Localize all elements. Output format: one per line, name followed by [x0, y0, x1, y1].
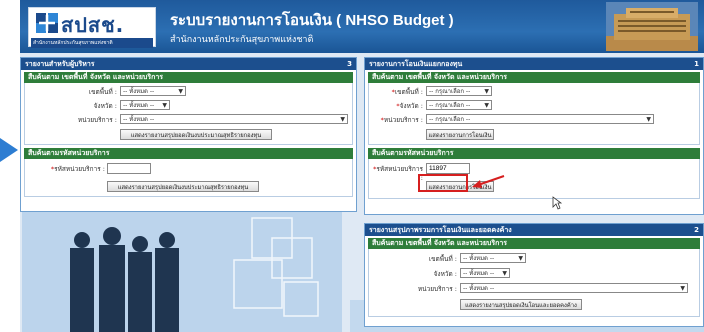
summary-region-value: -- ทั้งหมด --: [463, 255, 495, 262]
fund-province-select[interactable]: -- กรุณาเลือก -- ▼: [426, 100, 492, 110]
fund-unit-value: -- กรุณาเลือก --: [429, 116, 471, 123]
logo-text: สปสช.: [61, 13, 125, 37]
summary-report-button[interactable]: แสดงรายงานสรุปยอดเงินโอนและยอดคงค้าง: [460, 299, 582, 310]
fund-province-value: -- กรุณาเลือก --: [429, 102, 471, 109]
panel-fund-title: รายงานการโอนเงินแยกกองทุน: [369, 59, 463, 68]
fund-section-area: สืบค้นตาม เขตพื้นที่ จังหวัด และหน่วยบริ…: [368, 72, 700, 83]
mouse-cursor-icon: [552, 196, 562, 210]
chevron-down-icon: ▼: [502, 269, 507, 277]
fund-province-label: *จังหวัด :: [396, 102, 423, 110]
admin-unit-select[interactable]: -- ทั้งหมด -- ▼: [120, 114, 348, 124]
panel-summary-title: รายงานสรุปภาพรวมการโอนเงินและยอดคงค้าง: [369, 225, 512, 234]
chevron-down-icon: ▼: [484, 101, 489, 109]
pointer-arrow-icon: [0, 138, 18, 162]
admin-code-input[interactable]: [107, 163, 151, 174]
panel-summary-header: รายงานสรุปภาพรวมการโอนเงินและยอดคงค้าง 2: [365, 224, 703, 236]
business-people-image: [22, 210, 342, 332]
fund-code-input[interactable]: [426, 163, 470, 174]
summary-province-select[interactable]: -- ทั้งหมด -- ▼: [460, 268, 510, 278]
logo-mark-icon: [36, 13, 58, 33]
admin-section-code: สืบค้นตามรหัสหน่วยบริการ: [24, 148, 353, 159]
chevron-down-icon: ▼: [484, 87, 489, 95]
chevron-down-icon: ▼: [162, 101, 167, 109]
fund-section-code: สืบค้นตามรหัสหน่วยบริการ: [368, 148, 700, 159]
panel-admin-number: 3: [347, 60, 352, 68]
panel-fund-header: รายงานการโอนเงินแยกกองทุน 1: [365, 58, 703, 70]
fund-code-label: *รหัสหน่วยบริการ :: [373, 165, 423, 182]
summary-unit-label: หน่วยบริการ :: [417, 285, 457, 293]
chevron-down-icon: ▼: [518, 254, 523, 262]
building-image: [606, 2, 698, 51]
admin-code-label: *รหัสหน่วยบริการ :: [50, 165, 105, 173]
logo-subtitle: สำนักงานหลักประกันสุขภาพแห่งชาติ: [31, 38, 153, 48]
admin-province-select[interactable]: -- ทั้งหมด -- ▼: [120, 100, 170, 110]
summary-province-label: จังหวัด :: [433, 270, 457, 278]
admin-province-value: -- ทั้งหมด --: [123, 102, 155, 109]
chevron-down-icon: ▼: [178, 87, 183, 95]
fund-area-report-button[interactable]: แสดงรายงานการโอนเงิน: [426, 129, 494, 140]
summary-unit-value: -- ทั้งหมด --: [463, 285, 495, 292]
admin-code-report-button[interactable]: แสดงรายงานสรุปยอดเงินงบประมาณสุทธิรายกอง…: [107, 181, 259, 192]
fund-region-label: *เขตพื้นที่ :: [391, 88, 423, 96]
chevron-down-icon: ▼: [680, 284, 685, 292]
panel-summary-report: รายงานสรุปภาพรวมการโอนเงินและยอดคงค้าง 2…: [364, 223, 704, 327]
page-title: ระบบรายงานการโอนเงิน ( NHSO Budget ): [170, 12, 454, 29]
fund-region-select[interactable]: -- กรุณาเลือก -- ▼: [426, 86, 492, 96]
summary-section-area: สืบค้นตาม เขตพื้นที่ จังหวัด และหน่วยบริ…: [368, 238, 700, 249]
panel-fund-number: 1: [694, 60, 699, 68]
admin-region-value: -- ทั้งหมด --: [123, 88, 155, 95]
highlight-box: [418, 174, 468, 192]
panel-admin-report: รายงานสำหรับผู้บริหาร 3 สืบค้นตาม เขตพื้…: [20, 57, 357, 212]
panel-admin-header: รายงานสำหรับผู้บริหาร 3: [21, 58, 356, 70]
fund-region-value: -- กรุณาเลือก --: [429, 88, 471, 95]
admin-region-select[interactable]: -- ทั้งหมด -- ▼: [120, 86, 186, 96]
admin-unit-label: หน่วยบริการ :: [77, 116, 117, 124]
admin-region-label: เขตพื้นที่ :: [88, 88, 117, 96]
admin-section-area: สืบค้นตาม เขตพื้นที่ จังหวัด และหน่วยบริ…: [24, 72, 353, 83]
nhso-logo: สปสช. สำนักงานหลักประกันสุขภาพแห่งชาติ: [28, 7, 156, 48]
app-header: สปสช. สำนักงานหลักประกันสุขภาพแห่งชาติ ร…: [20, 0, 704, 53]
fund-unit-select[interactable]: -- กรุณาเลือก -- ▼: [426, 114, 654, 124]
panel-fund-transfer: รายงานการโอนเงินแยกกองทุน 1 สืบค้นตาม เข…: [364, 57, 704, 215]
panel-summary-number: 2: [694, 226, 699, 234]
summary-unit-select[interactable]: -- ทั้งหมด -- ▼: [460, 283, 688, 293]
red-arrow-icon: [472, 175, 505, 188]
summary-region-select[interactable]: -- ทั้งหมด -- ▼: [460, 253, 526, 263]
chevron-down-icon: ▼: [646, 115, 651, 123]
fund-unit-label: *หน่วยบริการ :: [380, 116, 423, 124]
summary-province-value: -- ทั้งหมด --: [463, 270, 495, 277]
admin-unit-value: -- ทั้งหมด --: [123, 116, 155, 123]
panel-admin-title: รายงานสำหรับผู้บริหาร: [25, 59, 95, 68]
summary-region-label: เขตพื้นที่ :: [428, 255, 457, 263]
chevron-down-icon: ▼: [340, 115, 345, 123]
admin-area-report-button[interactable]: แสดงรายงานสรุปยอดเงินงบประมาณสุทธิรายกอง…: [120, 129, 272, 140]
admin-province-label: จังหวัด :: [93, 102, 117, 110]
page-subtitle: สำนักงานหลักประกันสุขภาพแห่งชาติ: [170, 35, 314, 45]
